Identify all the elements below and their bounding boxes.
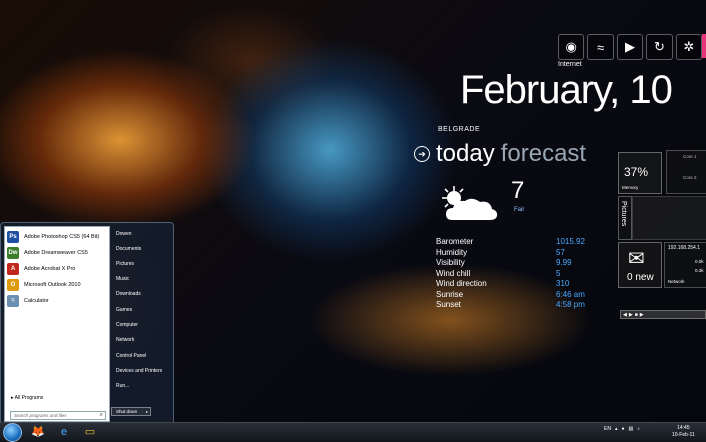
- start-item-games[interactable]: Games: [116, 307, 132, 313]
- network-gadget[interactable]: 192.168.254.1 0.0k 0.3k Network: [664, 242, 706, 288]
- gadget-toolbar: ◉ ≈ ▶ ↻ ✲: [558, 34, 703, 60]
- search-icon[interactable]: ⌕: [100, 412, 103, 419]
- system-tray: EN ▴ ● ▤ ♪: [604, 426, 640, 432]
- memory-label: Memory: [622, 185, 639, 190]
- firefox-icon[interactable]: ◉: [558, 34, 585, 60]
- program-outlook[interactable]: O Microsoft Outlook 2010: [7, 277, 107, 292]
- taskbar: [0, 422, 706, 442]
- program-dreamweaver[interactable]: Dw Adobe Dreamweaver CS5: [7, 245, 107, 260]
- weather-row: Barometer 1015.92: [436, 237, 585, 246]
- programs-pane: Ps Adobe Photoshop CS5 (64 Bit) Dw Adobe…: [4, 226, 110, 422]
- ie-taskbar-icon[interactable]: e: [56, 424, 72, 439]
- network-ip: 192.168.254.1: [668, 245, 700, 251]
- mail-count: 0 new: [627, 272, 654, 283]
- explorer-taskbar-icon[interactable]: ▭: [82, 424, 98, 439]
- cpu-gadget[interactable]: Core 1 Core 2: [666, 150, 706, 194]
- core1-label: Core 1: [683, 154, 697, 159]
- weather-row: Sunset 4:58 pm: [436, 300, 585, 309]
- stop-icon[interactable]: ■: [635, 312, 638, 318]
- all-programs[interactable]: ▸ All Programs: [11, 395, 43, 401]
- weather-row: Wind chill 5: [436, 268, 561, 278]
- settings-icon[interactable]: ✲: [675, 34, 703, 60]
- search-input[interactable]: Search programs and files ⌕: [10, 411, 106, 420]
- pictures-gadget-tab[interactable]: Pictures: [618, 196, 632, 240]
- weather-row: Wind direction 310: [436, 279, 570, 288]
- firefox-taskbar-icon[interactable]: 🦊: [30, 424, 46, 439]
- program-calculator[interactable]: = Calculator: [7, 293, 107, 308]
- photoshop-icon: Ps: [7, 230, 19, 243]
- start-item-control-panel[interactable]: Control Panel: [116, 353, 146, 359]
- program-photoshop[interactable]: Ps Adobe Photoshop CS5 (64 Bit): [7, 229, 107, 244]
- start-item-documents[interactable]: Documents: [116, 246, 141, 252]
- condition: Fair: [514, 207, 525, 213]
- weather-row: Humidity 57: [436, 247, 565, 257]
- sun-cloud-icon: [442, 186, 498, 220]
- calculator-icon: =: [7, 294, 19, 307]
- volume-icon[interactable]: ♪: [637, 426, 640, 432]
- start-button[interactable]: [3, 423, 22, 442]
- temperature: 7: [511, 177, 525, 204]
- start-item-network[interactable]: Network: [116, 337, 134, 343]
- taskbar-clock[interactable]: 14:45 10-Feb-11: [672, 425, 695, 439]
- weather-row: Sunrise 6:46 am: [436, 289, 585, 299]
- network-tray-icon[interactable]: ▤: [629, 426, 634, 432]
- wave-icon[interactable]: ≈: [587, 34, 614, 60]
- arrow-right-icon[interactable]: ➔: [414, 146, 430, 162]
- network-label: Network: [668, 279, 685, 284]
- prev-icon[interactable]: ◀: [623, 312, 627, 318]
- shutdown-button[interactable]: Shut down ▸: [111, 407, 151, 416]
- start-item-pictures[interactable]: Pictures: [116, 261, 134, 267]
- mail-gadget[interactable]: ✉ 0 new: [618, 242, 662, 288]
- language-indicator[interactable]: EN: [604, 426, 611, 432]
- network-up: 0.3k: [695, 268, 704, 273]
- pictures-label: Pictures: [620, 201, 627, 227]
- today-label[interactable]: today: [436, 140, 495, 168]
- pictures-panel[interactable]: [632, 196, 706, 240]
- weather-city: BELGRADE: [438, 126, 481, 133]
- internet-label: Internet: [558, 61, 582, 68]
- envelope-icon: ✉: [628, 248, 645, 270]
- start-item-run[interactable]: Run...: [116, 383, 129, 389]
- start-item-user[interactable]: Dowen: [116, 231, 132, 237]
- date-display: February, 10: [460, 68, 673, 112]
- outlook-icon: O: [7, 278, 19, 291]
- start-item-music[interactable]: Music: [116, 276, 129, 282]
- memory-gadget[interactable]: 37% Memory: [618, 152, 662, 194]
- start-item-devices[interactable]: Devices and Printers: [116, 368, 162, 374]
- firefox-tray-icon[interactable]: ●: [621, 426, 624, 432]
- weather-row: Visibility 9.99: [436, 258, 572, 267]
- refresh-icon[interactable]: ↻: [646, 34, 673, 60]
- forecast-toggle[interactable]: ➔ today forecast: [414, 140, 586, 168]
- next-icon[interactable]: ▶: [640, 312, 644, 318]
- media-player-bar[interactable]: ◀ ▶ ■ ▶: [620, 310, 706, 319]
- start-item-computer[interactable]: Computer: [116, 322, 138, 328]
- program-acrobat[interactable]: A Adobe Acrobat X Pro: [7, 261, 107, 276]
- memory-percent: 37%: [624, 165, 649, 179]
- shutdown-arrow-icon[interactable]: ▸: [146, 409, 148, 414]
- tray-expand-icon[interactable]: ▴: [615, 426, 618, 432]
- pink-accent-bar: [702, 34, 706, 58]
- dreamweaver-icon: Dw: [7, 246, 19, 259]
- play-icon[interactable]: ▶: [629, 312, 633, 318]
- weather-details: Barometer 1015.92 Humidity 57 Visibility 9.…: [436, 237, 596, 311]
- network-down: 0.0k: [695, 259, 704, 264]
- start-item-downloads[interactable]: Downloads: [116, 291, 141, 297]
- acrobat-icon: A: [7, 262, 19, 275]
- start-menu: Ps Adobe Photoshop CS5 (64 Bit) Dw Adobe…: [0, 222, 174, 424]
- core2-label: Core 2: [683, 175, 697, 180]
- forecast-label[interactable]: forecast: [501, 140, 586, 168]
- play-icon[interactable]: ▶: [616, 34, 644, 60]
